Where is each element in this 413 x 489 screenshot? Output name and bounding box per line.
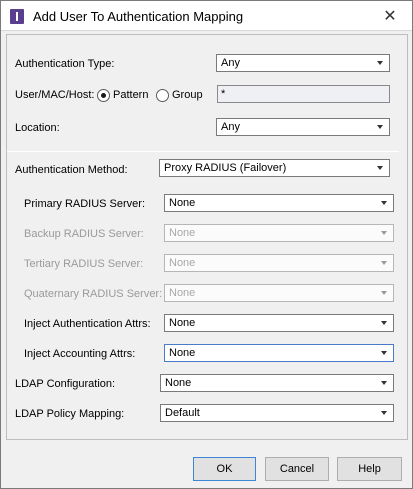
location-label: Location: [15, 122, 60, 134]
location-value: Any [221, 121, 240, 133]
close-icon: ✕ [383, 6, 397, 25]
dialog-window: Add User To Authentication Mapping ✕ Aut… [0, 0, 413, 489]
ldap-config-label: LDAP Configuration: [15, 378, 116, 390]
chevron-down-icon [377, 61, 383, 65]
quaternary-radius-label: Quaternary RADIUS Server: [24, 288, 163, 300]
primary-radius-value: None [169, 197, 196, 209]
close-button[interactable]: ✕ [376, 5, 404, 27]
ldap-config-value: None [165, 377, 192, 389]
chevron-down-icon [377, 166, 383, 170]
user-mac-host-label: User/MAC/Host: [15, 89, 95, 101]
chevron-down-icon [381, 261, 387, 265]
divider [7, 151, 399, 152]
auth-type-label: Authentication Type: [15, 58, 115, 70]
chevron-down-icon [381, 381, 387, 385]
inject-auth-attrs-dropdown[interactable]: None [164, 314, 394, 332]
user-mac-host-input[interactable]: * [217, 85, 390, 103]
location-dropdown[interactable]: Any [216, 118, 390, 136]
tertiary-radius-dropdown: None [164, 254, 394, 272]
help-button[interactable]: Help [337, 457, 402, 481]
inject-acct-attrs-value: None [169, 347, 196, 359]
ldap-policy-dropdown[interactable]: Default [160, 404, 394, 422]
primary-radius-dropdown[interactable]: None [164, 194, 394, 212]
tertiary-radius-label: Tertiary RADIUS Server: [24, 258, 144, 270]
quaternary-radius-dropdown: None [164, 284, 394, 302]
chevron-down-icon [381, 351, 387, 355]
group-radio[interactable] [156, 89, 169, 102]
primary-radius-label: Primary RADIUS Server: [24, 198, 146, 210]
auth-type-value: Any [221, 57, 240, 69]
inject-auth-attrs-label: Inject Authentication Attrs: [24, 318, 151, 330]
auth-method-label: Authentication Method: [15, 164, 128, 176]
pattern-radio[interactable] [97, 89, 110, 102]
auth-method-dropdown[interactable]: Proxy RADIUS (Failover) [159, 159, 390, 177]
chevron-down-icon [381, 291, 387, 295]
chevron-down-icon [377, 125, 383, 129]
cancel-button[interactable]: Cancel [265, 457, 329, 481]
inject-acct-attrs-label: Inject Accounting Attrs: [24, 348, 136, 360]
backup-radius-value: None [169, 227, 196, 239]
ldap-policy-label: LDAP Policy Mapping: [15, 408, 125, 420]
ok-button[interactable]: OK [193, 457, 256, 481]
auth-type-dropdown[interactable]: Any [216, 54, 390, 72]
inject-auth-attrs-value: None [169, 317, 196, 329]
chevron-down-icon [381, 201, 387, 205]
inject-acct-attrs-dropdown[interactable]: None [164, 344, 394, 362]
ldap-config-dropdown[interactable]: None [160, 374, 394, 392]
tertiary-radius-value: None [169, 257, 196, 269]
auth-method-value: Proxy RADIUS (Failover) [164, 162, 287, 174]
group-radio-label[interactable]: Group [172, 89, 203, 101]
title-bar[interactable]: Add User To Authentication Mapping ✕ [1, 1, 412, 31]
chevron-down-icon [381, 231, 387, 235]
chevron-down-icon [381, 321, 387, 325]
pattern-radio-label[interactable]: Pattern [113, 89, 148, 101]
app-logo-icon [10, 9, 24, 24]
backup-radius-dropdown: None [164, 224, 394, 242]
backup-radius-label: Backup RADIUS Server: [24, 228, 144, 240]
chevron-down-icon [381, 411, 387, 415]
quaternary-radius-value: None [169, 287, 196, 299]
ldap-policy-value: Default [165, 407, 200, 419]
dialog-title: Add User To Authentication Mapping [33, 9, 244, 24]
